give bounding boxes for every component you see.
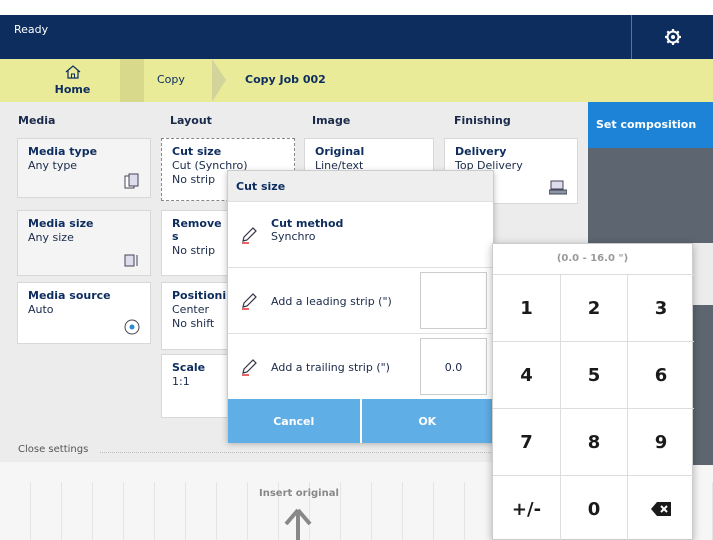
tile-original[interactable]: Original Line/text [304,138,434,172]
tile-scale[interactable]: Scale 1:1 [161,354,231,418]
keypad-grid: 1 2 3 4 5 6 7 8 9 +/- 0 [493,274,694,540]
breadcrumb-chevron [212,59,226,102]
gear-icon [664,29,681,45]
breadcrumb-job: Copy Job 002 [245,73,326,86]
backspace-key[interactable] [627,475,694,540]
top-bar: Ready [0,15,713,59]
tile-value: Any type [28,159,78,172]
key-9[interactable]: 9 [627,408,694,475]
settings-button[interactable] [631,15,713,59]
tile-remove-strip[interactable]: Remove s No strip [161,210,231,276]
numeric-keypad: (0.0 - 16.0 ") 1 2 3 4 5 6 7 8 9 +/- 0 [492,243,694,540]
delivery-tray-icon [549,180,567,195]
column-layout: Layout [170,114,212,127]
tile-title: Media type [28,145,98,158]
breadcrumb: Home Copy Copy Job 002 [0,59,713,102]
dialog-buttons: Cancel OK [228,399,493,443]
key-8[interactable]: 8 [560,408,627,475]
right-dark-panel [693,305,713,465]
key-1[interactable]: 1 [493,274,560,341]
tile-value: Auto [28,303,54,316]
tile-value: No strip [172,244,216,257]
tile-value: 1:1 [172,375,190,388]
pencil-icon [242,227,257,244]
key-7[interactable]: 7 [493,408,560,475]
dialog-title: Cut size [228,171,493,201]
tile-media-type[interactable]: Media type Any type [17,138,151,198]
key-0[interactable]: 0 [560,475,627,540]
tile-title: Media size [28,217,94,230]
trailing-strip-row[interactable]: Add a trailing strip (") 0.0 [228,333,493,399]
key-6[interactable]: 6 [627,341,694,408]
home-button[interactable]: Home [25,59,120,102]
tile-title: Scale [172,361,206,374]
cancel-button[interactable]: Cancel [228,399,360,443]
cut-method-title: Cut method [271,217,344,230]
media-stack-icon [124,173,139,189]
breadcrumb-separator [120,59,144,102]
media-size-icon [124,254,138,267]
leading-strip-row[interactable]: Add a leading strip (") [228,267,493,333]
pencil-icon [242,293,257,310]
cut-size-dialog: Cut size Cut method Synchro Add a leadin… [227,170,494,443]
tile-title: Delivery [455,145,507,158]
tile-title: Media source [28,289,111,302]
leading-strip-label: Add a leading strip (") [271,295,392,308]
set-composition-tab[interactable]: Set composition [588,102,713,148]
tile-title: Remove s [172,217,222,243]
column-image: Image [312,114,351,127]
breadcrumb-copy[interactable]: Copy [157,73,185,86]
leading-strip-input[interactable] [420,272,487,329]
key-3[interactable]: 3 [627,274,694,341]
ok-button[interactable]: OK [359,399,493,443]
home-icon [65,65,80,79]
key-2[interactable]: 2 [560,274,627,341]
key-plus-minus[interactable]: +/- [493,475,560,540]
column-finishing: Finishing [454,114,511,127]
tile-value: Center [172,303,210,316]
media-roll-icon [124,319,140,335]
tile-title: Cut size [172,145,222,158]
tile-title: Positionin [172,289,234,302]
tile-positioning[interactable]: Positionin Center No shift [161,282,234,350]
status-text: Ready [14,23,49,36]
trailing-strip-input[interactable]: 0.0 [420,338,487,395]
key-5[interactable]: 5 [560,341,627,408]
trailing-strip-label: Add a trailing strip (") [271,361,390,374]
cut-method-row[interactable]: Cut method Synchro [228,201,493,267]
tile-value-2: No shift [172,317,215,330]
insert-original-label: Insert original [259,488,339,499]
close-settings-link[interactable]: Close settings [18,444,88,455]
column-media: Media [18,114,56,127]
tile-media-size[interactable]: Media size Any size [17,210,151,276]
home-label: Home [54,83,91,96]
tile-title: Original [315,145,365,158]
tile-value: Any size [28,231,74,244]
arrow-up-icon [284,508,312,540]
cut-method-label: Cut method Synchro [271,217,343,243]
cut-method-value: Synchro [271,230,316,243]
tile-media-source[interactable]: Media source Auto [17,282,151,344]
pencil-icon [242,359,257,376]
key-4[interactable]: 4 [493,341,560,408]
backspace-icon [651,502,671,516]
divider [100,452,495,453]
set-composition-panel [588,148,713,243]
range-hint: (0.0 - 16.0 ") [556,253,629,264]
